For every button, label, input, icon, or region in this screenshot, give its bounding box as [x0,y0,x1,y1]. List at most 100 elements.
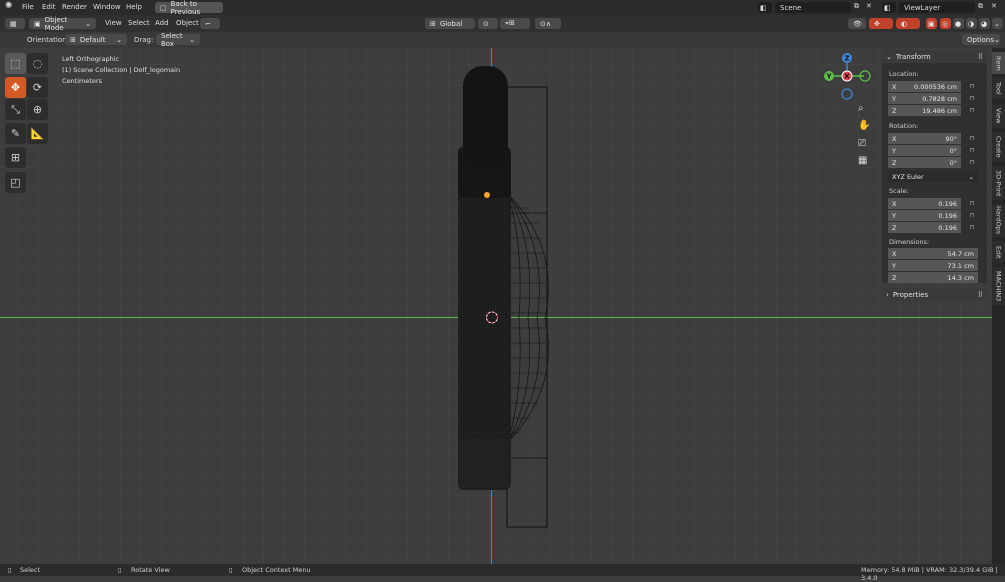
wireframe-shading-icon[interactable]: ◎ [940,18,951,29]
delete-viewlayer-icon[interactable]: ✕ [991,2,997,10]
ortho-grid-icon[interactable]: ▦ [858,155,867,166]
dimensions-z-field[interactable]: Z 14.3 cm [888,272,978,283]
scale-tool-icon[interactable]: ⤡ [5,99,26,120]
scale-y-value: 0.196 [938,211,957,220]
scene-field[interactable]: Scene [775,2,851,13]
move-tool-icon[interactable]: ✥ [5,77,26,98]
location-z-field[interactable]: Z 19.486 cm [888,105,961,116]
lock-icon[interactable]: ⊓ [970,135,978,142]
menu-object[interactable]: Object [176,19,199,27]
orientation-select[interactable]: ⊞ Default ⌄ [65,34,127,45]
status-select: Select [20,566,41,574]
rotation-mode-select[interactable]: XYZ Euler ⌄ [888,171,978,182]
boxcutter-tool-icon[interactable]: ◰ [5,172,26,193]
menu-render[interactable]: Render [62,3,87,11]
add-cube-tool-icon[interactable]: ⊞ [5,147,26,168]
rotation-x-field[interactable]: X 90° [888,133,961,144]
xray-icon[interactable]: ▣ [926,18,937,29]
menu-add[interactable]: Add [155,19,169,27]
back-to-previous-button[interactable]: ▢ Back to Previous [155,0,223,16]
camera-icon[interactable]: ⎚ [858,138,866,149]
mouse-left-icon: ▯ [8,566,12,574]
orientation-label: Orientation: [27,36,69,44]
scene-selector-icon[interactable]: ◧ [758,2,772,13]
material-shading-icon[interactable]: ◑ [966,18,977,29]
rotation-z-field[interactable]: Z 0° [888,157,961,168]
lock-icon[interactable]: ⊓ [970,95,978,102]
zoom-icon[interactable]: ⌕ [858,103,864,114]
rotate-tool-icon[interactable]: ⟳ [27,77,48,98]
transform-tool-icon[interactable]: ⊕ [27,99,48,120]
properties-panel-header[interactable]: › Properties ⠿ [882,288,987,301]
mouse-middle-icon: ▯ [118,566,122,574]
menu-edit[interactable]: Edit [42,3,56,11]
location-x-field[interactable]: X 0.000536 cm [888,81,961,92]
drag-select[interactable]: Select Box ⌄ [156,32,200,48]
annotate-tool-icon[interactable]: ✎ [5,123,26,144]
tab-item[interactable]: Item [992,52,1005,74]
solid-shading-icon[interactable]: ● [953,18,964,29]
options-button[interactable]: Options ⌄ [962,34,1000,45]
menu-file[interactable]: File [22,3,34,11]
viewlayer-name: ViewLayer [904,3,941,12]
menu-help[interactable]: Help [126,3,142,11]
tab-3d-print[interactable]: 3D-Print [992,166,1005,200]
scale-x-field[interactable]: X 0.196 [888,198,961,209]
scale-z-field[interactable]: Z 0.196 [888,222,961,233]
status-context: Object Context Menu [242,566,311,574]
new-viewlayer-icon[interactable]: ⧉ [978,2,983,11]
menu-select[interactable]: Select [128,19,150,27]
lock-icon[interactable]: ⊓ [970,107,978,114]
drag-handle-icon[interactable]: ⠿ [978,53,983,61]
chevron-down-icon: ⌄ [116,35,122,44]
measure-tool-icon[interactable]: 📐 [27,123,48,144]
mode-select[interactable]: ▣ Object Mode ⌄ [29,16,96,32]
transform-orientation-select[interactable]: ⊞ Global [425,18,475,29]
axis-y: Y [892,211,896,220]
transform-panel-header[interactable]: ⌄ Transform ⠿ [882,50,987,63]
blender-logo-icon[interactable]: ✺ [5,1,13,11]
location-x-value: 0.000536 cm [914,82,957,91]
object-tools-icon[interactable]: ⌐ [200,18,220,29]
tab-create[interactable]: Create [992,132,1005,162]
3d-viewport[interactable]: Z Y X Left Orthographic (1) Scene Collec… [0,48,992,564]
dimensions-x-field[interactable]: X 54.7 cm [888,248,978,259]
lock-icon[interactable]: ⊓ [970,212,978,219]
rendered-shading-icon[interactable]: ◕ [979,18,990,29]
menu-window[interactable]: Window [93,3,121,11]
top-bar: ✺ File Edit Render Window Help ▢ Back to… [0,0,1005,16]
lock-icon[interactable]: ⊓ [970,224,978,231]
proportional-edit-icon[interactable]: ⊙∧ [535,18,561,29]
scale-y-field[interactable]: Y 0.196 [888,210,961,221]
visibility-icon[interactable]: 👁 [848,18,866,29]
tab-hardops[interactable]: HardOps [992,204,1005,237]
lock-icon[interactable]: ⊓ [970,147,978,154]
gizmo-icon[interactable]: ✥ [869,18,893,29]
select-box-tool-icon[interactable]: ⬚ [5,53,26,74]
svg-text:Y: Y [825,73,832,81]
dimensions-y-field[interactable]: Y 73.1 cm [888,260,978,271]
tab-edit[interactable]: Edit [992,241,1005,263]
location-y-field[interactable]: Y 0.7828 cm [888,93,961,104]
lock-icon[interactable]: ⊓ [970,200,978,207]
orientation-value: Default [79,35,106,44]
tab-view[interactable]: View [992,104,1005,128]
editor-type-icon[interactable]: ▦ [5,18,25,29]
viewlayer-selector-icon[interactable]: ◧ [882,2,896,13]
tab-machin3[interactable]: MACHIN3 [992,267,1005,305]
delete-scene-icon[interactable]: ✕ [866,2,872,10]
cursor-tool-icon[interactable]: ◌ [27,53,48,74]
lock-icon[interactable]: ⊓ [970,83,978,90]
drag-handle-icon[interactable]: ⠿ [978,291,983,299]
pan-hand-icon[interactable]: ✋ [858,120,870,131]
shading-options-icon[interactable]: ⌄ [992,18,1003,29]
menu-view[interactable]: View [105,19,122,27]
lock-icon[interactable]: ⊓ [970,159,978,166]
rotation-y-field[interactable]: Y 0° [888,145,961,156]
tab-tool[interactable]: Tool [992,77,1005,99]
new-scene-icon[interactable]: ⧉ [854,2,859,11]
snap-icon[interactable]: ⌖⊞ [500,18,530,29]
viewlayer-field[interactable]: ViewLayer [899,2,975,13]
pivot-point-icon[interactable]: ⊙ [478,18,498,29]
overlays-icon[interactable]: ◐ [896,18,920,29]
